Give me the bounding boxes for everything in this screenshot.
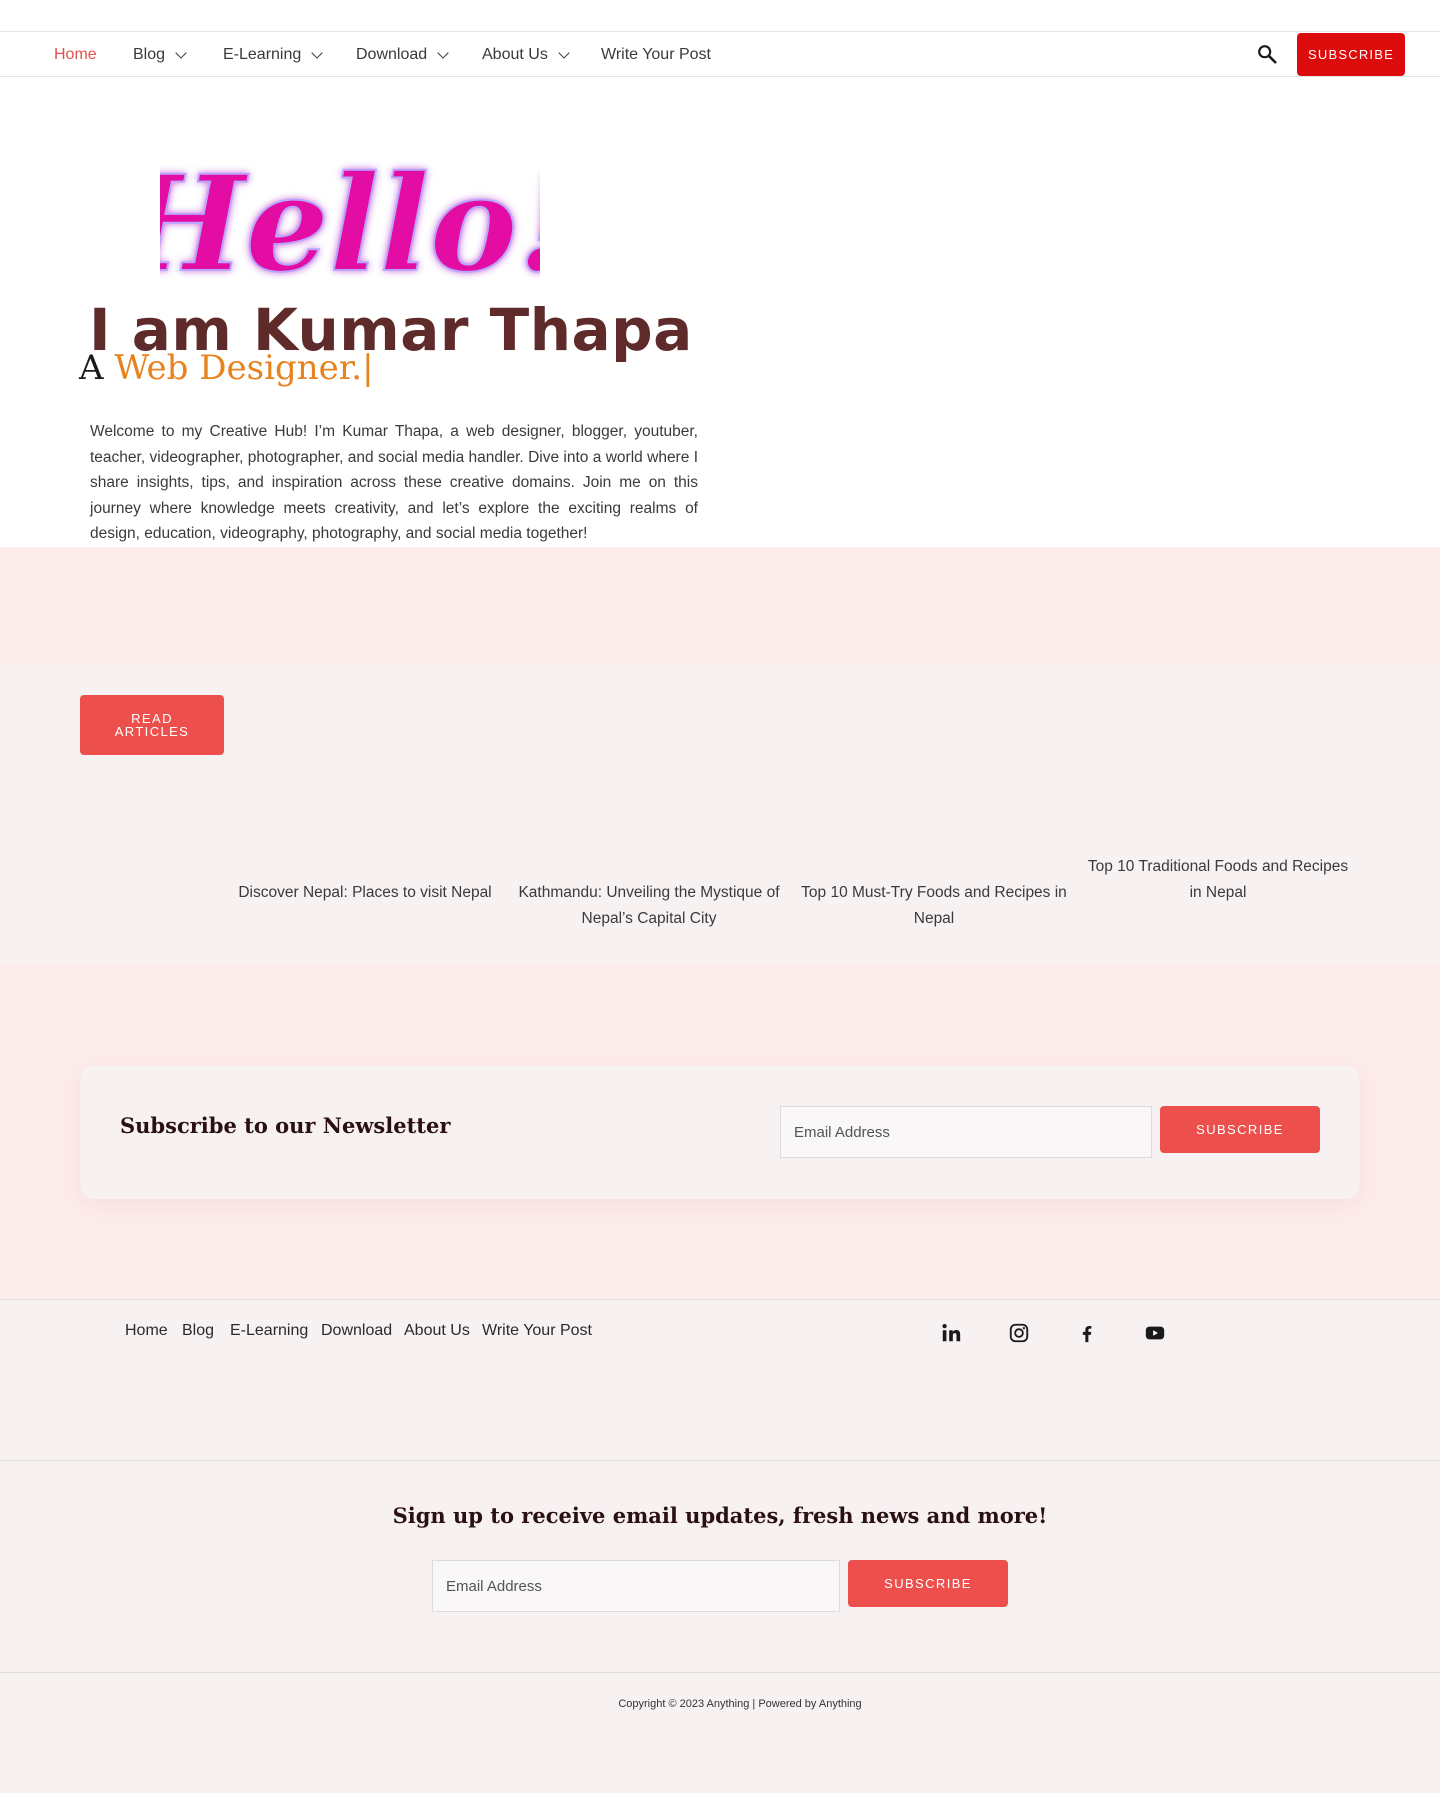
hero-intro: Welcome to my Creative Hub! I’m Kumar Th…: [90, 423, 698, 543]
pink-divider-band: [0, 547, 1440, 664]
hello-graphic: Hello!: [160, 146, 540, 300]
nav-item-blog[interactable]: Blog: [133, 33, 187, 77]
copyright-bar: [0, 1673, 1440, 1793]
footer-link-e-learning[interactable]: E-Learning: [230, 1322, 308, 1340]
youtube-icon[interactable]: [1144, 1322, 1166, 1344]
newsletter-email-input[interactable]: Email Address: [780, 1106, 1152, 1158]
nav-label: Write Your Post: [601, 46, 711, 63]
main-navigation: Home Blog E-Learning Download About Us W…: [0, 33, 1440, 77]
footer-link-write-your-post[interactable]: Write Your Post: [482, 1322, 592, 1340]
nav-item-e-learning[interactable]: E-Learning: [223, 33, 323, 77]
nav-label: Download: [356, 46, 428, 63]
copyright-text: Copyright © 2023 Anything | Powered by A…: [618, 1698, 862, 1710]
chevron-down-icon: [437, 46, 449, 59]
footer-link-about-us[interactable]: About Us: [404, 1322, 470, 1340]
footer-link-blog[interactable]: Blog: [182, 1322, 214, 1340]
chevron-down-icon: [175, 46, 187, 59]
footer-link-home[interactable]: Home: [125, 1322, 168, 1340]
footer-link-download[interactable]: Download: [321, 1322, 392, 1340]
read-articles-button[interactable]: READ ARTICLES: [80, 695, 224, 755]
instagram-icon[interactable]: [1008, 1322, 1030, 1344]
nav-item-write-your-post[interactable]: Write Your Post: [601, 33, 711, 77]
signup-subscribe-button[interactable]: SUBSCRIBE: [848, 1560, 1008, 1607]
hello-text: Hello!: [160, 147, 540, 300]
nav-item-download[interactable]: Download: [356, 33, 449, 77]
hero-role: A Web Designer.|: [79, 348, 374, 388]
newsletter-title: Subscribe to our Newsletter: [120, 1113, 451, 1138]
chevron-down-icon: [558, 46, 570, 59]
nav-label: Blog: [133, 46, 166, 63]
linkedin-icon[interactable]: [940, 1322, 962, 1344]
role-prefix: A: [79, 348, 115, 388]
nav-label: About Us: [482, 46, 548, 63]
top-strip: [0, 0, 1440, 32]
search-icon[interactable]: [1256, 43, 1278, 65]
typing-cursor: |: [362, 348, 374, 388]
nav-label: Home: [54, 46, 97, 63]
signup-title: Sign up to receive email updates, fresh …: [392, 1503, 1048, 1528]
signup-email-input[interactable]: Email Address: [432, 1560, 840, 1612]
post-title[interactable]: Discover Nepal: Places to visit Nepal: [236, 880, 494, 906]
post-title[interactable]: Kathmandu: Unveiling the Mystique of Nep…: [514, 880, 784, 932]
header-subscribe-button[interactable]: SUBSCRIBE: [1297, 33, 1405, 76]
chevron-down-icon: [311, 46, 323, 59]
nav-item-home[interactable]: Home: [54, 33, 97, 77]
role-text: Web Designer.: [114, 348, 363, 388]
post-title[interactable]: Top 10 Traditional Foods and Recipes in …: [1084, 854, 1352, 906]
nav-label: E-Learning: [223, 46, 302, 63]
nav-item-about-us[interactable]: About Us: [482, 33, 570, 77]
post-title[interactable]: Top 10 Must-Try Foods and Recipes in Nep…: [800, 880, 1068, 932]
footer-navigation: [0, 1299, 1440, 1461]
newsletter-subscribe-button[interactable]: SUBSCRIBE: [1160, 1106, 1320, 1153]
facebook-icon[interactable]: [1076, 1322, 1098, 1344]
